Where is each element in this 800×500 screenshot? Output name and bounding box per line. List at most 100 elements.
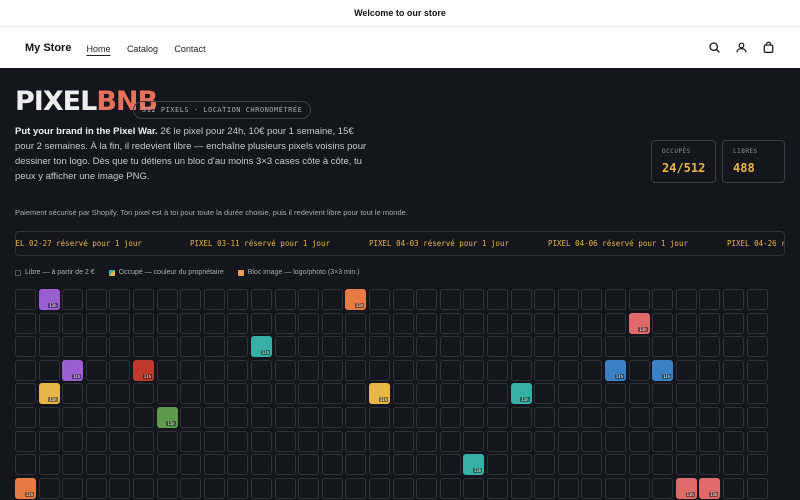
pixel-cell-occupied[interactable]: 11h xyxy=(628,312,650,334)
pixel-cell[interactable] xyxy=(581,477,603,499)
pixel-cell[interactable] xyxy=(534,430,556,452)
pixel-cell[interactable] xyxy=(274,407,296,428)
pixel-cell[interactable] xyxy=(392,312,414,334)
pixel-cell[interactable] xyxy=(581,336,603,358)
pixel-cell[interactable] xyxy=(746,430,768,452)
pixel-cell[interactable] xyxy=(534,407,556,428)
pixel-cell[interactable] xyxy=(699,407,721,428)
pixel-cell[interactable] xyxy=(439,336,461,358)
pixel-cell[interactable] xyxy=(274,430,296,452)
pixel-cell[interactable] xyxy=(369,312,390,334)
pixel-cell-occupied[interactable]: 11h xyxy=(251,336,272,358)
pixel-cell[interactable] xyxy=(392,454,414,476)
pixel-cell[interactable] xyxy=(203,430,225,452)
pixel-cell[interactable] xyxy=(345,383,367,405)
pixel-cell[interactable] xyxy=(534,312,556,334)
pixel-cell[interactable] xyxy=(133,407,154,428)
pixel-cell[interactable] xyxy=(180,407,202,428)
pixel-cell[interactable] xyxy=(699,359,721,381)
pixel-cell[interactable] xyxy=(675,430,697,452)
pixel-cell[interactable] xyxy=(227,289,249,310)
pixel-cell[interactable] xyxy=(652,477,674,499)
pixel-cell[interactable] xyxy=(62,312,84,334)
pixel-cell[interactable] xyxy=(699,289,721,310)
pixel-cell[interactable] xyxy=(487,383,508,405)
pixel-cell[interactable] xyxy=(156,289,178,310)
pixel-cell[interactable] xyxy=(345,407,367,428)
pixel-cell[interactable] xyxy=(227,430,249,452)
pixel-cell[interactable] xyxy=(109,407,131,428)
pixel-cell[interactable] xyxy=(534,359,556,381)
pixel-cell[interactable] xyxy=(274,312,296,334)
pixel-cell[interactable] xyxy=(510,454,532,476)
pixel-cell[interactable] xyxy=(605,454,626,476)
pixel-cell[interactable] xyxy=(38,336,60,358)
pixel-cell[interactable] xyxy=(699,383,721,405)
pixel-cell-occupied[interactable]: 11h xyxy=(652,359,674,381)
pixel-cell[interactable] xyxy=(487,430,508,452)
pixel-cell[interactable] xyxy=(652,383,674,405)
account-icon[interactable] xyxy=(735,41,748,54)
pixel-cell[interactable] xyxy=(510,359,532,381)
pixel-cell[interactable] xyxy=(62,289,84,310)
pixel-cell-occupied[interactable]: 11h xyxy=(38,383,60,405)
pixel-cell[interactable] xyxy=(487,336,508,358)
pixel-cell[interactable] xyxy=(38,454,60,476)
pixel-cell[interactable] xyxy=(675,407,697,428)
pixel-cell[interactable] xyxy=(298,383,320,405)
pixel-cell[interactable] xyxy=(274,359,296,381)
pixel-cell[interactable] xyxy=(274,477,296,499)
pixel-cell[interactable] xyxy=(392,383,414,405)
pixel-cell-occupied[interactable]: 11h xyxy=(675,477,697,499)
pixel-cell[interactable] xyxy=(605,383,626,405)
pixel-cell[interactable] xyxy=(534,336,556,358)
pixel-cell[interactable] xyxy=(109,336,131,358)
pixel-cell[interactable] xyxy=(156,359,178,381)
pixel-cell[interactable] xyxy=(203,359,225,381)
pixel-cell[interactable] xyxy=(416,430,438,452)
pixel-cell[interactable] xyxy=(15,359,36,381)
pixel-cell[interactable] xyxy=(156,477,178,499)
pixel-cell[interactable] xyxy=(15,430,36,452)
pixel-cell[interactable] xyxy=(85,454,107,476)
pixel-cell[interactable] xyxy=(274,454,296,476)
pixel-cell[interactable] xyxy=(675,336,697,358)
pixel-cell[interactable] xyxy=(581,407,603,428)
pixel-cell[interactable] xyxy=(487,289,508,310)
pixel-cell[interactable] xyxy=(652,454,674,476)
pixel-cell[interactable] xyxy=(38,477,60,499)
pixel-cell-occupied[interactable]: 11h xyxy=(156,407,178,428)
pixel-cell[interactable] xyxy=(746,407,768,428)
pixel-cell[interactable] xyxy=(345,312,367,334)
pixel-cell[interactable] xyxy=(133,430,154,452)
pixel-cell[interactable] xyxy=(628,336,650,358)
pixel-cell[interactable] xyxy=(298,430,320,452)
pixel-cell[interactable] xyxy=(298,312,320,334)
pixel-cell[interactable] xyxy=(180,383,202,405)
pixel-cell[interactable] xyxy=(746,454,768,476)
pixel-cell[interactable] xyxy=(62,336,84,358)
pixel-cell[interactable] xyxy=(628,383,650,405)
pixel-cell[interactable] xyxy=(15,312,36,334)
pixel-cell[interactable] xyxy=(274,289,296,310)
pixel-cell[interactable] xyxy=(487,312,508,334)
cart-icon[interactable] xyxy=(762,41,775,54)
pixel-cell[interactable] xyxy=(251,477,272,499)
pixel-cell[interactable] xyxy=(439,454,461,476)
pixel-cell[interactable] xyxy=(85,477,107,499)
pixel-cell[interactable] xyxy=(392,430,414,452)
pixel-cell[interactable] xyxy=(581,383,603,405)
pixel-cell[interactable] xyxy=(746,359,768,381)
pixel-cell[interactable] xyxy=(463,336,485,358)
pixel-cell-occupied[interactable]: 11h xyxy=(463,454,485,476)
pixel-cell[interactable] xyxy=(133,312,154,334)
pixel-cell[interactable] xyxy=(15,336,36,358)
pixel-cell[interactable] xyxy=(38,359,60,381)
pixel-cell[interactable] xyxy=(628,454,650,476)
pixel-cell[interactable] xyxy=(439,430,461,452)
pixel-cell-occupied[interactable]: 11h xyxy=(345,289,367,310)
pixel-cell[interactable] xyxy=(463,359,485,381)
pixel-cell[interactable] xyxy=(227,312,249,334)
pixel-cell[interactable] xyxy=(109,383,131,405)
pixel-cell[interactable] xyxy=(62,383,84,405)
